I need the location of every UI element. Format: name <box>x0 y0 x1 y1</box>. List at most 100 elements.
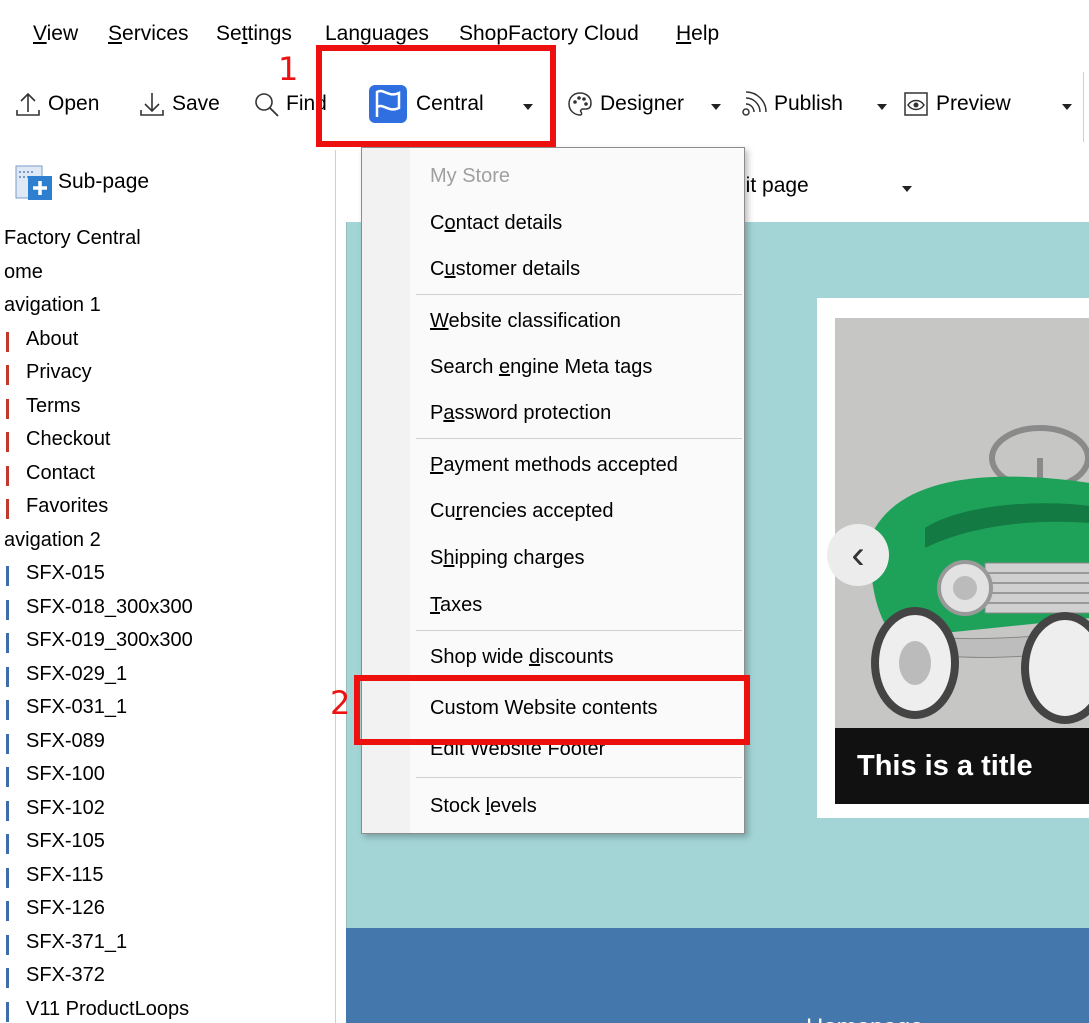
slider-image <box>835 318 1089 728</box>
publish-dropdown-caret-icon[interactable] <box>877 104 887 110</box>
tree-item-label: SFX-102 <box>26 796 105 819</box>
page-marker-icon <box>6 365 9 385</box>
tree-item[interactable]: SFX-100 <box>0 758 336 792</box>
page-marker-icon <box>6 834 9 854</box>
menu-item-shop-wide-discounts[interactable]: Shop wide discounts <box>430 646 613 669</box>
menu-item-stock-levels[interactable]: Stock levels <box>430 795 537 818</box>
designer-button[interactable]: Designer <box>566 90 684 118</box>
page-marker-icon <box>6 566 9 586</box>
tree-item[interactable]: About <box>0 323 336 357</box>
menu-shopfactory-cloud[interactable]: ShopFactory Cloud <box>459 22 639 46</box>
menu-settings[interactable]: Settings <box>216 22 292 46</box>
tree-item[interactable]: Privacy <box>0 356 336 390</box>
page-marker-icon <box>6 901 9 921</box>
upload-arrow-icon <box>14 90 42 118</box>
menu-separator <box>416 630 742 631</box>
tree-item[interactable]: V11 ProductLoops <box>0 993 336 1023</box>
menu-item-website-classification[interactable]: Website classification <box>430 310 621 333</box>
tree-item-label: ome <box>4 260 43 283</box>
slider-caption: This is a title <box>835 728 1089 804</box>
page-marker-icon <box>6 767 9 787</box>
tree-item[interactable]: SFX-105 <box>0 825 336 859</box>
preview-eye-icon <box>902 90 930 118</box>
tree-item-label: Contact <box>26 461 95 484</box>
chevron-left-icon: ‹ <box>851 532 865 577</box>
footer-homepage-link[interactable]: Homepage <box>806 1014 923 1023</box>
menu-help[interactable]: Help <box>676 22 719 46</box>
preview-dropdown-caret-icon[interactable] <box>1062 104 1072 110</box>
edit-page-caret-icon[interactable] <box>902 186 912 192</box>
tree-item-label: Favorites <box>26 495 109 517</box>
menu-view[interactable]: View <box>33 22 78 46</box>
page-marker-icon <box>6 733 9 754</box>
tree-item[interactable]: Favorites <box>0 490 336 524</box>
menu-item-password-protection[interactable]: Password protection <box>430 402 611 425</box>
menu-languages[interactable]: Languages <box>325 22 429 46</box>
sub-page-button[interactable]: Sub-page <box>14 162 149 202</box>
tree-item[interactable]: SFX-031_1 <box>0 691 336 725</box>
tree-item[interactable]: Checkout <box>0 423 336 457</box>
tree-item[interactable]: SFX-102 <box>0 792 336 826</box>
page-marker-icon <box>6 800 9 821</box>
tree-item-label: SFX-105 <box>26 830 105 852</box>
page-marker-icon <box>6 398 9 419</box>
tree-item[interactable]: SFX-126 <box>0 892 336 926</box>
menu-item-taxes[interactable]: Taxes <box>430 594 482 617</box>
pedal-car-image <box>835 318 1089 728</box>
tree-item[interactable]: SFX-115 <box>0 859 336 893</box>
page-marker-icon <box>6 633 9 653</box>
page-tree-sidebar: Sub-page Factory Central ome avigation 1 Ab… <box>0 150 336 1023</box>
edit-page-tab[interactable]: dit page <box>734 174 809 198</box>
menu-item-currencies-accepted[interactable]: Currencies accepted <box>430 500 613 523</box>
menu-item-search-engine-meta-tags[interactable]: Search engine Meta tags <box>430 356 652 379</box>
tree-item[interactable]: avigation 2 <box>0 524 336 558</box>
menu-item-contact-details[interactable]: Contact details <box>430 212 562 235</box>
add-page-icon <box>14 162 54 202</box>
save-button[interactable]: Save <box>138 90 220 118</box>
preview-button[interactable]: Preview <box>902 90 1011 118</box>
tree-item[interactable]: SFX-015 <box>0 557 336 591</box>
menu-separator <box>416 294 742 295</box>
slider-prev-button[interactable]: ‹ <box>827 524 889 586</box>
tree-item[interactable]: Factory Central <box>0 222 336 256</box>
annotation-label-1: 1 <box>278 50 299 88</box>
menu-item-shipping-charges[interactable]: Shipping charges <box>430 547 585 570</box>
page-marker-icon <box>6 968 9 988</box>
tree-item-label: Terms <box>26 394 81 417</box>
open-button[interactable]: Open <box>14 90 99 118</box>
tree-item-label: SFX-126 <box>26 897 105 919</box>
tree-item-label: Factory Central <box>4 227 141 249</box>
tree-item[interactable]: SFX-089 <box>0 725 336 759</box>
tree-item-label: SFX-018_300x300 <box>26 595 193 618</box>
tree-item[interactable]: Contact <box>0 457 336 491</box>
designer-dropdown-caret-icon[interactable] <box>711 104 721 110</box>
page-marker-icon <box>6 1001 9 1022</box>
page-marker-icon <box>6 599 9 620</box>
tree-item[interactable]: ome <box>0 256 336 290</box>
tree-item[interactable]: SFX-371_1 <box>0 926 336 960</box>
publish-button[interactable]: Publish <box>740 90 843 118</box>
menu-item-customer-details[interactable]: Customer details <box>430 258 580 281</box>
menu-separator <box>416 438 742 439</box>
menu-separator <box>416 777 742 778</box>
tree-item-label: SFX-100 <box>26 763 105 785</box>
tree-item[interactable]: SFX-019_300x300 <box>0 624 336 658</box>
tree-item[interactable]: SFX-018_300x300 <box>0 591 336 625</box>
toolbar-separator <box>1083 72 1084 142</box>
menu-services[interactable]: Services <box>108 22 189 46</box>
tree-item-label: SFX-089 <box>26 729 105 752</box>
tree-item-label: Checkout <box>26 428 111 450</box>
tree-item-label: SFX-371_1 <box>26 930 128 953</box>
tree-item-label: SFX-029_1 <box>26 662 128 685</box>
annotation-label-2: 2 <box>330 684 351 722</box>
tree-item[interactable]: avigation 1 <box>0 289 336 323</box>
tree-item[interactable]: SFX-372 <box>0 959 336 993</box>
menu-item-payment-methods[interactable]: Payment methods accepted <box>430 454 678 477</box>
tree-item[interactable]: Terms <box>0 390 336 424</box>
page-marker-icon <box>6 867 9 888</box>
page-marker-icon <box>6 499 9 519</box>
download-arrow-icon <box>138 90 166 118</box>
page-marker-icon <box>6 700 9 720</box>
menu-header-my-store: My Store <box>430 165 511 187</box>
tree-item[interactable]: SFX-029_1 <box>0 658 336 692</box>
